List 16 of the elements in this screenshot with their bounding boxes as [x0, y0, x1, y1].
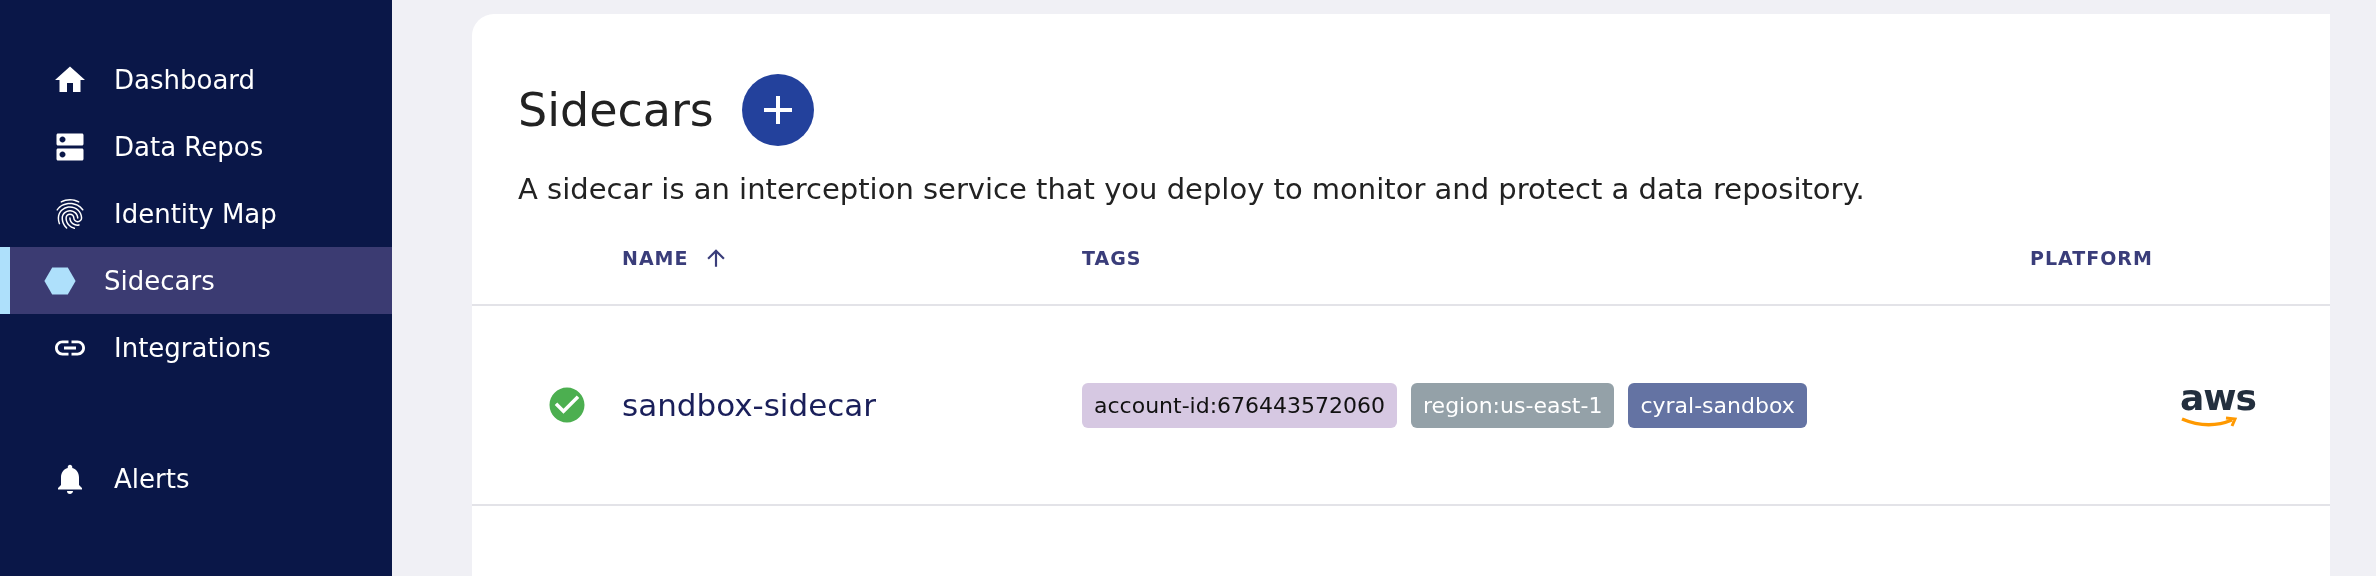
sidebar-item[interactable]: Sidecars: [0, 247, 392, 314]
sidecar-name[interactable]: sandbox-sidecar: [622, 387, 1082, 423]
sidebar-item[interactable]: Integrations: [0, 314, 392, 381]
page-description: A sidecar is an interception service that you deploy to monitor and protect a data repository.: [518, 172, 1866, 206]
tag: cyral-sandbox: [1628, 382, 1807, 428]
sidebar-item[interactable]: Data Repos: [0, 113, 392, 180]
sidebar-item[interactable]: Dashboard: [0, 46, 392, 113]
column-header[interactable]: PLATFORM: [2030, 247, 2330, 269]
sidebar-item[interactable]: Identity Map: [0, 180, 392, 247]
tag: account-id:676443572060: [1082, 382, 1398, 428]
tag: region:us-east-1: [1411, 382, 1615, 428]
platform-logo: aws: [2030, 380, 2330, 430]
column-header[interactable]: TAGS: [1082, 247, 2030, 269]
sidebar-item[interactable]: Alerts: [0, 445, 392, 512]
column-header[interactable]: NAME: [622, 245, 1082, 271]
page-title: Sidecars: [518, 83, 714, 137]
